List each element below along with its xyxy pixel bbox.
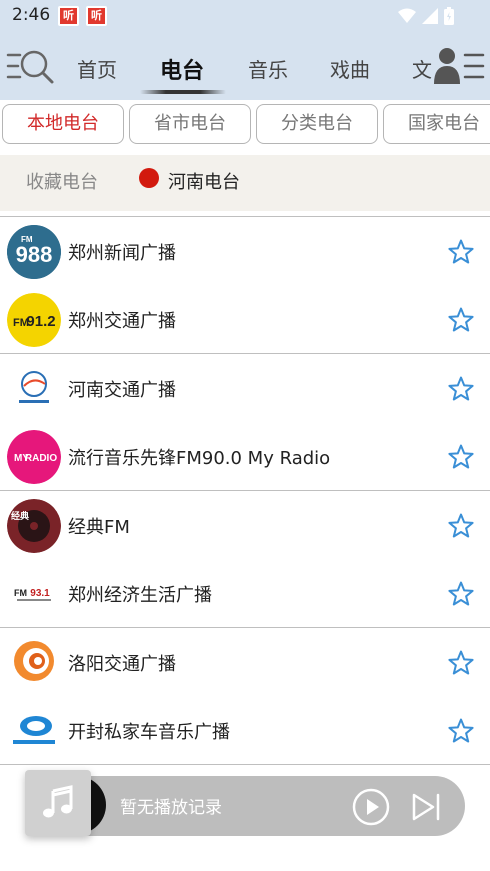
- signal-icon: [422, 8, 438, 24]
- station-name: 流行音乐先锋FM90.0 My Radio: [68, 447, 331, 469]
- station-logo: MY RADIO: [7, 429, 61, 484]
- favorite-star-icon[interactable]: [448, 513, 474, 539]
- tab-music[interactable]: 音乐: [248, 54, 288, 83]
- station-row[interactable]: 经典 经典FM: [0, 490, 490, 559]
- station-row[interactable]: MY RADIO 流行音乐先锋FM90.0 My Radio: [0, 422, 490, 491]
- subtab-province-city[interactable]: 省市电台: [129, 104, 251, 144]
- top-navigation: 首页 电台 音乐 戏曲 文: [0, 32, 490, 100]
- favorite-star-icon[interactable]: [448, 307, 474, 333]
- logo-text: FM: [14, 588, 27, 598]
- station-logo: FM 91.2: [7, 292, 61, 347]
- station-row[interactable]: 洛阳交通广播: [0, 627, 490, 696]
- status-time: 2:46: [12, 5, 51, 25]
- logo-text: 经典: [11, 510, 29, 522]
- station-row[interactable]: FM 988 郑州新闻广播: [0, 216, 490, 285]
- music-note-icon: [43, 785, 73, 818]
- station-name: 河南交通广播: [68, 380, 176, 401]
- station-name: 郑州经济生活广播: [68, 584, 212, 606]
- filter-bar: 收藏电台 河南电台: [0, 155, 490, 211]
- tab-culture[interactable]: 文: [412, 54, 432, 83]
- station-logo: FM 93.1: [7, 566, 61, 621]
- player-album-art[interactable]: [25, 770, 91, 836]
- next-track-icon[interactable]: [411, 792, 441, 822]
- station-name: 洛阳交通广播: [68, 654, 176, 675]
- station-logo: [7, 636, 61, 690]
- battery-icon: [444, 7, 454, 25]
- favorite-star-icon[interactable]: [448, 239, 474, 265]
- station-logo: [7, 703, 61, 758]
- logo-text: RADIO: [25, 453, 57, 464]
- station-logo: [7, 362, 61, 416]
- favorite-star-icon[interactable]: [448, 581, 474, 607]
- station-name: 郑州交通广播: [68, 310, 176, 332]
- wifi-icon: [398, 8, 416, 23]
- station-list: FM 988 郑州新闻广播 FM 91.2 郑州交通广播 河南交通广播 MY R…: [0, 216, 490, 774]
- status-bar: 2:46 听 听: [0, 0, 490, 32]
- station-logo: FM 988: [7, 225, 61, 279]
- player-status-text: 暂无播放记录: [120, 798, 222, 818]
- favorite-star-icon[interactable]: [448, 444, 474, 470]
- play-icon[interactable]: [352, 788, 390, 826]
- user-menu-icon[interactable]: [434, 46, 486, 86]
- station-name: 郑州新闻广播: [68, 243, 176, 264]
- station-name: 经典FM: [68, 517, 130, 538]
- station-row[interactable]: 开封私家车音乐广播: [0, 696, 490, 765]
- logo-text: 988: [16, 242, 53, 267]
- radio-category-tabs: 本地电台 省市电台 分类电台 国家电台: [0, 100, 490, 150]
- logo-text: 93.1: [30, 588, 50, 599]
- logo-text: 91.2: [26, 313, 55, 330]
- station-row[interactable]: 河南交通广播: [0, 353, 490, 422]
- subtab-local[interactable]: 本地电台: [2, 104, 124, 144]
- tab-opera[interactable]: 戏曲: [330, 54, 370, 83]
- menu-search-icon[interactable]: [6, 47, 56, 87]
- station-row[interactable]: FM 93.1 郑州经济生活广播: [0, 559, 490, 628]
- subtab-category[interactable]: 分类电台: [256, 104, 378, 144]
- region-selected-dot: [139, 168, 159, 188]
- app-notification-icon: 听: [86, 6, 107, 26]
- status-indicators: [398, 7, 454, 25]
- tab-home[interactable]: 首页: [77, 54, 117, 83]
- app-notification-icon: 听: [58, 6, 79, 26]
- station-name: 开封私家车音乐广播: [68, 721, 230, 743]
- favorite-stations-link[interactable]: 收藏电台: [26, 168, 98, 194]
- favorite-star-icon[interactable]: [448, 718, 474, 744]
- region-filter-henan[interactable]: 河南电台: [168, 168, 240, 194]
- favorite-star-icon[interactable]: [448, 650, 474, 676]
- tab-radio[interactable]: 电台: [160, 53, 204, 85]
- active-tab-indicator: [140, 90, 226, 94]
- subtab-national[interactable]: 国家电台: [383, 104, 490, 144]
- favorite-star-icon[interactable]: [448, 376, 474, 402]
- station-row[interactable]: FM 91.2 郑州交通广播: [0, 285, 490, 354]
- station-logo: 经典: [7, 499, 61, 553]
